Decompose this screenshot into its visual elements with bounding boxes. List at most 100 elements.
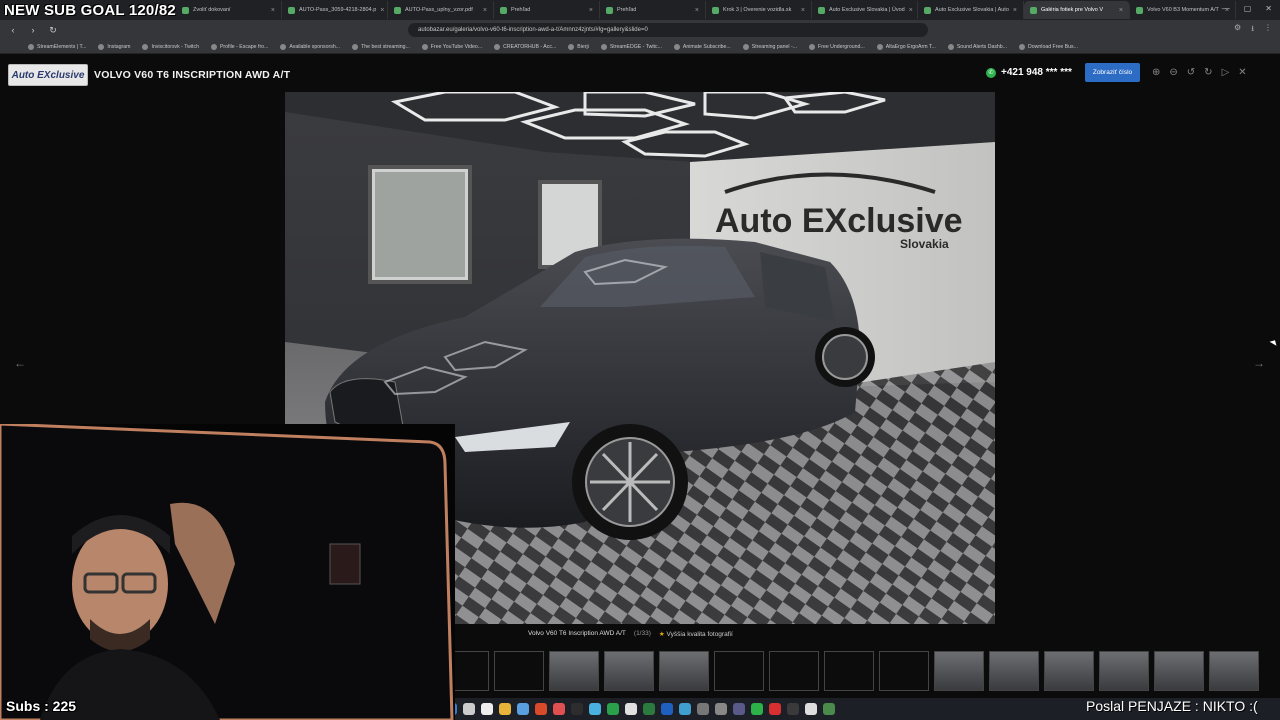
taskbar-app-icon[interactable] — [751, 703, 763, 715]
taskbar-app-icon[interactable] — [625, 703, 637, 715]
forward-icon[interactable]: › — [28, 25, 38, 35]
gallery-thumbnail[interactable] — [1099, 651, 1149, 691]
rotate-right-icon[interactable]: ↻ — [1204, 67, 1212, 78]
bookmark-item[interactable]: Instagram — [98, 43, 130, 50]
close-window-icon[interactable]: ✕ — [1265, 4, 1272, 13]
browser-tab[interactable]: AUTO-Pass_3059-4218-2804.p × — [282, 1, 388, 19]
browser-tab[interactable]: Prehľad × — [600, 1, 706, 19]
play-icon[interactable]: ▷ — [1222, 67, 1230, 78]
gallery-thumbnail[interactable] — [714, 651, 764, 691]
bookmark-item[interactable]: StreamElements | T... — [28, 43, 87, 50]
browser-tab[interactable]: Zvoliť dokovaní × — [176, 1, 282, 19]
tab-favicon-icon — [818, 6, 825, 14]
taskbar-app-icon[interactable] — [643, 703, 655, 715]
screen: Zvoliť dokovaní × AUTO-Pass_3059-4218-2804… — [0, 0, 1280, 720]
gallery-thumbnail[interactable] — [604, 651, 654, 691]
rotate-left-icon[interactable]: ↺ — [1187, 67, 1195, 78]
tab-close-icon[interactable]: × — [1013, 7, 1017, 14]
bookmark-item[interactable]: Sound Alerts Dashb... — [947, 43, 1007, 50]
bookmark-item[interactable]: Download Free Bus... — [1019, 43, 1078, 50]
taskbar-app-icon[interactable] — [805, 703, 817, 715]
browser-tab[interactable]: Krok 3 | Overenie vozidla.sk × — [706, 1, 812, 19]
close-gallery-icon[interactable]: ✕ — [1238, 67, 1246, 78]
tab-close-icon[interactable]: × — [483, 7, 487, 14]
browser-tab[interactable]: Auto Exclusive Slovakia | Úvod × — [812, 1, 918, 19]
url-field[interactable]: autobazar.eu/galeria/volvo-v60-t6-inscri… — [408, 23, 928, 37]
download-icon[interactable]: ⭳ — [1251, 23, 1254, 37]
taskbar-app-icon[interactable] — [823, 703, 835, 715]
taskbar-app-icon[interactable] — [679, 703, 691, 715]
gallery-thumbnail[interactable] — [1044, 651, 1094, 691]
gallery-thumbnail[interactable] — [824, 651, 874, 691]
gallery-thumbnail[interactable] — [659, 651, 709, 691]
menu-icon[interactable]: ⋮ — [1264, 23, 1272, 37]
taskbar-app-icon[interactable] — [481, 703, 493, 715]
toolbar-icons: ⚙ ⭳ ⋮ — [1234, 23, 1272, 37]
browser-tab[interactable]: Volvo V60 B3 Momentum A/T × — [1130, 1, 1236, 19]
bookmark-favicon-icon — [28, 43, 34, 50]
tab-close-icon[interactable]: × — [271, 7, 275, 14]
zoom-in-icon[interactable]: ⊕ — [1152, 67, 1160, 78]
taskbar-app-icon[interactable] — [589, 703, 601, 715]
gallery-thumbnail[interactable] — [989, 651, 1039, 691]
bookmark-item[interactable]: Bierji — [568, 43, 589, 50]
bookmark-label: StreamElements | T... — [37, 43, 87, 50]
browser-tab[interactable]: Galéria fotiek pre Volvo V × — [1024, 1, 1130, 19]
auto-exclusive-logo[interactable]: Auto EXclusive — [8, 64, 88, 86]
browser-tab[interactable]: AUTO-Pass_uplny_vzor.pdf × — [388, 1, 494, 19]
taskbar-app-icon[interactable] — [769, 703, 781, 715]
taskbar-app-icon[interactable] — [553, 703, 565, 715]
taskbar-app-icon[interactable] — [715, 703, 727, 715]
previous-photo-icon[interactable]: ← — [14, 356, 26, 370]
browser-tab[interactable]: Auto Exclusive Slovakia | Auto × — [918, 1, 1024, 19]
browser-tab[interactable]: Prehľad × — [494, 1, 600, 19]
bookmark-item[interactable]: CREATORHUB - Acc... — [494, 43, 556, 50]
next-photo-icon[interactable]: → — [1253, 356, 1265, 370]
taskbar-app-icon[interactable] — [607, 703, 619, 715]
bookmark-item[interactable]: The best streaming... — [352, 43, 410, 50]
tab-close-icon[interactable]: × — [801, 7, 805, 14]
maximize-icon[interactable]: ▢ — [1244, 4, 1252, 13]
bookmark-item[interactable]: Available sponsorsh... — [280, 43, 340, 50]
window-controls: — ▢ ✕ — [1222, 4, 1272, 13]
minimize-icon[interactable]: — — [1222, 4, 1230, 13]
taskbar-app-icon[interactable] — [463, 703, 475, 715]
tab-close-icon[interactable]: × — [589, 7, 593, 14]
gallery-thumbnail[interactable] — [1209, 651, 1259, 691]
bookmark-favicon-icon — [600, 43, 607, 50]
taskbar-app-icon[interactable] — [535, 703, 547, 715]
gallery-thumbnail[interactable] — [934, 651, 984, 691]
bookmark-item[interactable]: StreamEDGE - Twitc... — [600, 43, 662, 50]
back-icon[interactable]: ‹ — [8, 25, 18, 35]
extensions-icon[interactable]: ⚙ — [1234, 23, 1241, 37]
bookmark-item[interactable]: AltaErgo ErgoArm T... — [876, 43, 936, 50]
tab-close-icon[interactable]: × — [380, 7, 384, 14]
taskbar-app-icon[interactable] — [661, 703, 673, 715]
taskbar-app-icon[interactable] — [733, 703, 745, 715]
gallery-thumbnail[interactable] — [494, 651, 544, 691]
taskbar-app-icon[interactable] — [787, 703, 799, 715]
tab-close-icon[interactable]: × — [695, 7, 699, 14]
donation-ticker: Poslal PENJAZE : NIKTO :( — [1086, 698, 1258, 714]
sub-goal-overlay: NEW SUB GOAL 120/82 — [4, 2, 176, 19]
taskbar-app-icon[interactable] — [499, 703, 511, 715]
bookmark-item[interactable]: Free YouTube Video... — [421, 43, 482, 50]
bookmark-item[interactable]: Streaming panel -... — [742, 43, 797, 50]
taskbar-app-icon[interactable] — [697, 703, 709, 715]
zoom-out-icon[interactable]: ⊖ — [1169, 67, 1177, 78]
show-number-button[interactable]: Zobraziť číslo — [1085, 63, 1140, 82]
gallery-thumbnail[interactable] — [1154, 651, 1204, 691]
bookmark-item[interactable]: Profile - Escape fro... — [210, 43, 268, 50]
tab-close-icon[interactable]: × — [909, 7, 913, 14]
taskbar-app-icon[interactable] — [571, 703, 583, 715]
bookmark-item[interactable]: Inviscitorsvk - Twitch — [142, 43, 199, 50]
gallery-thumbnail[interactable] — [549, 651, 599, 691]
bookmark-item[interactable]: Animate Subscribe... — [673, 43, 731, 50]
gallery-thumbnail[interactable] — [769, 651, 819, 691]
tab-close-icon[interactable]: × — [1119, 7, 1123, 14]
high-quality-link[interactable]: Vyššia kvalita fotografií — [659, 630, 733, 638]
bookmark-item[interactable]: Free Underground... — [809, 43, 865, 50]
taskbar-app-icon[interactable] — [517, 703, 529, 715]
reload-icon[interactable]: ↻ — [48, 25, 58, 36]
gallery-thumbnail[interactable] — [879, 651, 929, 691]
